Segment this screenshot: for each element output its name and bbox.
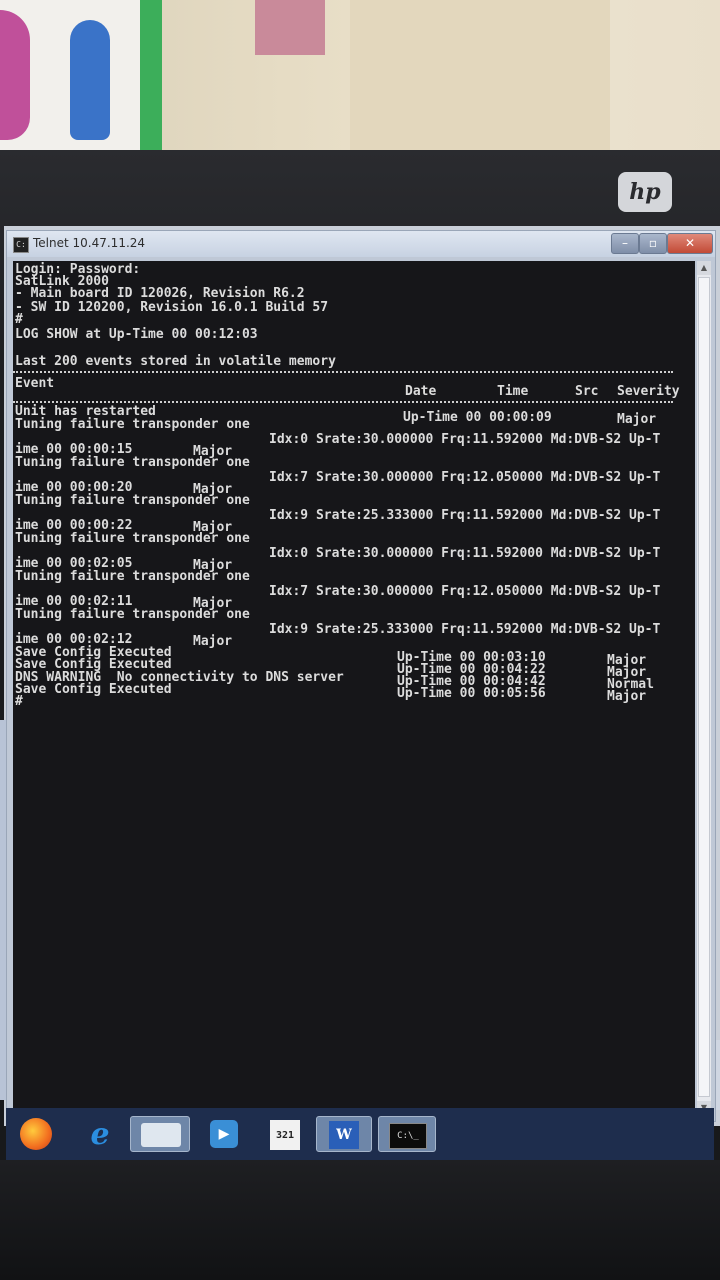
event-text: Save Config Executed — [15, 682, 172, 697]
command-prompt-icon: C:\_ — [389, 1123, 427, 1149]
word-icon: W — [329, 1121, 359, 1149]
event-detail: Idx:9 Srate:25.333000 Frq:11.592000 Md:D… — [269, 508, 661, 523]
poster-figure-blue — [70, 20, 110, 140]
poster-border-green — [140, 0, 162, 150]
event-severity: Major — [193, 634, 233, 649]
column-date: Date — [405, 384, 437, 399]
calendar-icon: 321 — [270, 1120, 300, 1150]
column-event: Event — [15, 376, 55, 391]
event-text: Tuning failure transponder one — [15, 417, 250, 432]
close-button[interactable]: ✕ — [667, 233, 713, 254]
console-line: - Main board ID 120026, Revision R6.2 — [15, 286, 305, 301]
wall-frame — [255, 0, 325, 55]
event-date: Up-Time 00 00:05:56 — [397, 686, 546, 701]
maximize-button[interactable]: ▫ — [639, 233, 667, 254]
taskbar-button-word[interactable]: W — [316, 1116, 372, 1152]
event-text: Tuning failure transponder one — [15, 569, 250, 584]
separator-line — [13, 371, 673, 373]
console-line: LOG SHOW at Up-Time 00 00:12:03 — [15, 327, 258, 342]
title-bar[interactable]: C: Telnet 10.47.11.24 – ▫ ✕ — [7, 231, 715, 257]
event-date: Up-Time 00 00:00:09 — [403, 410, 552, 425]
console-window-icon: C: — [13, 237, 29, 253]
event-text: Tuning failure transponder one — [15, 607, 250, 622]
door-background — [350, 0, 610, 160]
column-time: Time — [497, 384, 529, 399]
internet-explorer-icon[interactable]: e — [84, 1117, 116, 1152]
window-title: Telnet 10.47.11.24 — [33, 236, 146, 250]
scroll-up-arrow-icon[interactable]: ▲ — [697, 261, 711, 275]
event-severity: Major — [607, 689, 647, 704]
taskbar-button-explorer[interactable] — [130, 1116, 190, 1152]
event-detail: Idx:0 Srate:30.000000 Frq:11.592000 Md:D… — [269, 546, 661, 561]
minimize-button[interactable]: – — [611, 233, 639, 254]
telnet-window: C: Telnet 10.47.11.24 – ▫ ✕ Login: Passw… — [6, 230, 716, 1122]
taskbar-button-calendar[interactable]: 321 — [262, 1116, 308, 1152]
taskbar-button-media[interactable]: ▶ — [202, 1116, 246, 1152]
command-prompt[interactable]: # — [15, 695, 23, 709]
console-line: - SW ID 120200, Revision 16.0.1 Build 57 — [15, 300, 329, 315]
event-detail: Idx:9 Srate:25.333000 Frq:11.592000 Md:D… — [269, 622, 661, 637]
vertical-scrollbar[interactable]: ▲ ▼ — [697, 261, 711, 1115]
monitor-bottom-bezel — [0, 1160, 720, 1280]
separator-line — [13, 401, 673, 403]
event-text: Tuning failure transponder one — [15, 455, 250, 470]
event-detail: Idx:0 Srate:30.000000 Frq:11.592000 Md:D… — [269, 432, 661, 447]
poster-figure-pink — [0, 10, 30, 140]
console-output[interactable]: Login: Password: SatLink 2000 - Main boa… — [13, 261, 695, 1115]
hp-logo: hp — [618, 172, 672, 212]
taskbar: e ▶ 321 W C:\_ — [6, 1108, 714, 1160]
event-text: Tuning failure transponder one — [15, 493, 250, 508]
event-severity: Major — [617, 412, 657, 427]
console-line: # — [15, 312, 23, 327]
stored-events-line: Last 200 events stored in volatile memor… — [15, 354, 336, 369]
event-text: Tuning failure transponder one — [15, 531, 250, 546]
column-src: Src — [575, 384, 599, 399]
scrollbar-thumb[interactable] — [698, 277, 710, 1097]
event-detail: Idx:7 Srate:30.000000 Frq:12.050000 Md:D… — [269, 584, 661, 599]
column-severity: Severity — [617, 384, 680, 399]
event-detail: Idx:7 Srate:30.000000 Frq:12.050000 Md:D… — [269, 470, 661, 485]
taskbar-button-cmd[interactable]: C:\_ — [378, 1116, 436, 1152]
file-explorer-icon — [141, 1123, 181, 1147]
media-player-icon: ▶ — [210, 1120, 238, 1148]
wall-poster — [0, 0, 162, 150]
firefox-icon[interactable] — [20, 1118, 52, 1150]
